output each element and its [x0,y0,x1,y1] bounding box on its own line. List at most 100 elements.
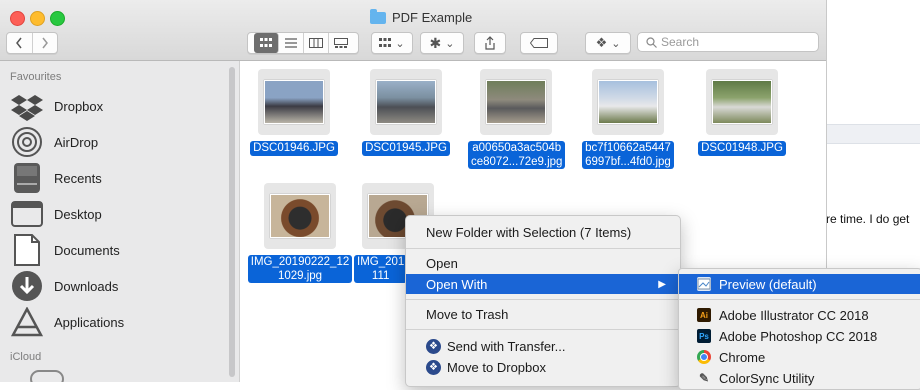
list-view-button[interactable] [279,33,304,53]
minimize-button[interactable] [30,11,45,26]
window-title-text: PDF Example [392,10,473,25]
icloud-heading: iCloud [10,351,42,363]
colorsync-app-icon: ✎ [698,371,710,385]
submenu-item-chrome[interactable]: Chrome [679,347,920,367]
action-button[interactable]: ✱ ⌄ [420,32,464,54]
sidebar-item-documents[interactable]: Documents [10,233,120,267]
tags-button[interactable] [520,32,558,54]
photo-thumbnail [264,80,324,124]
illustrator-app-icon: Ai [697,308,711,322]
dropbox-icon: ❖ [595,35,608,50]
photo-thumbnail [712,80,772,124]
share-icon [485,36,495,50]
menu-item-move-to-trash[interactable]: Move to Trash [406,304,680,324]
file-thumbnail [706,69,778,135]
dropbox-icon: ❖ [426,338,441,354]
sidebar: Favourites Dropbox AirDrop Recents Deskt… [0,61,240,382]
gallery-icon [333,38,348,48]
submenu-item-illustrator[interactable]: Ai Adobe Illustrator CC 2018 [679,305,920,325]
submenu-item-label: Adobe Photoshop CC 2018 [719,328,878,344]
sidebar-item-downloads[interactable]: Downloads [10,269,118,303]
sidebar-item-label: Applications [54,314,125,330]
photo-thumbnail [270,194,330,238]
search-field[interactable]: Search [637,32,819,52]
file-item[interactable]: IMG_20190222_12 1029.jpg [246,183,354,283]
file-thumbnail [264,183,336,249]
gallery-view-button[interactable] [329,33,353,53]
menu-separator [406,248,680,249]
close-button[interactable] [10,11,25,26]
file-item[interactable]: DSC01946.JPG [246,69,342,156]
menu-item-open-with[interactable]: Open With ▶ [406,274,680,294]
group-grid-icon [379,38,392,47]
sidebar-item-airdrop[interactable]: AirDrop [10,125,98,159]
menu-item-label: Send with Transfer... [447,338,566,354]
file-name-line: 111 [371,270,390,282]
sidebar-item-desktop[interactable]: Desktop [10,197,102,231]
file-thumbnail [370,69,442,135]
back-forward-control [6,32,58,54]
file-name-line: bc7f10662a5447 [585,142,671,154]
submenu-item-photoshop[interactable]: Ps Adobe Photoshop CC 2018 [679,326,920,346]
sidebar-item-label: Documents [54,242,120,258]
icon-view-button[interactable] [253,33,279,53]
sidebar-scrollbar[interactable] [229,67,235,377]
sidebar-item-label: AirDrop [54,134,99,150]
file-item[interactable]: DSC01948.JPG [694,69,790,156]
file-thumbnail [480,69,552,135]
menu-item-open[interactable]: Open [406,253,680,273]
submenu-item-preview[interactable]: Preview (default) [679,274,920,294]
menu-item-label: New Folder with Selection (7 Items) [426,224,632,240]
preview-app-icon [697,277,711,291]
chevron-right-icon [42,37,48,49]
chevron-left-icon [16,37,22,49]
share-button[interactable] [474,32,506,54]
titlebar: PDF Example ⌄ ✱ ⌄ ❖ ⌄ Search [0,0,826,61]
sidebar-item-dropbox[interactable]: Dropbox [10,89,103,123]
file-name: bc7f10662a5447 6997bf...4fd0.jpg [582,141,674,169]
sidebar-item-label: Downloads [54,278,119,294]
open-with-submenu: Preview (default) Ai Adobe Illustrator C… [678,268,920,390]
icloud-drive-icon[interactable] [30,370,64,382]
submenu-arrow-icon: ▶ [658,278,666,290]
group-button[interactable]: ⌄ [371,32,413,54]
grid-icon [259,38,272,47]
background-band [826,124,920,144]
file-item[interactable]: bc7f10662a5447 6997bf...4fd0.jpg [580,69,676,169]
file-name-line: 6997bf...4fd0.jpg [585,156,671,168]
menu-item-label: Open With [426,276,488,292]
file-name: DSC01946.JPG [250,141,338,156]
tag-icon [530,38,548,48]
file-name: IMG_20190222_12 1029.jpg [247,255,353,283]
downloads-icon [10,269,44,303]
photo-thumbnail [376,80,436,124]
zoom-button[interactable] [50,11,65,26]
search-placeholder: Search [661,35,700,49]
file-item[interactable]: a00650a3ac504b ce8072...72e9.jpg [468,69,566,169]
forward-button[interactable] [33,33,58,53]
submenu-item-label: Preview (default) [719,276,817,292]
sidebar-item-label: Recents [54,170,102,186]
chevron-down-icon: ⌄ [611,37,621,50]
submenu-item-label: Adobe Illustrator CC 2018 [719,307,869,323]
submenu-item-colorsync[interactable]: ✎ ColorSync Utility [679,368,920,388]
dropbox-toolbar-button[interactable]: ❖ ⌄ [585,32,631,54]
menu-item-move-to-dropbox[interactable]: ❖ Move to Dropbox [406,357,680,377]
menu-item-new-folder-with-selection[interactable]: New Folder with Selection (7 Items) [406,222,680,242]
menu-separator [406,329,680,330]
photo-thumbnail [598,80,658,124]
back-button[interactable] [7,33,33,53]
dropbox-icon [10,89,44,123]
file-name-line: ce8072...72e9.jpg [471,156,563,168]
menu-item-send-with-transfer[interactable]: ❖ Send with Transfer... [406,336,680,356]
sidebar-item-applications[interactable]: Applications [10,305,124,339]
menu-item-label: Move to Trash [426,306,509,322]
sidebar-item-recents[interactable]: Recents [10,161,102,195]
file-name: DSC01945.JPG [362,141,450,156]
list-icon [284,38,297,48]
background-text-1: re time. I do get [826,212,910,226]
column-view-button[interactable] [304,33,329,53]
file-name-line: IMG_201 [357,256,405,268]
file-item[interactable]: DSC01945.JPG [358,69,454,156]
favourites-heading: Favourites [10,71,62,83]
